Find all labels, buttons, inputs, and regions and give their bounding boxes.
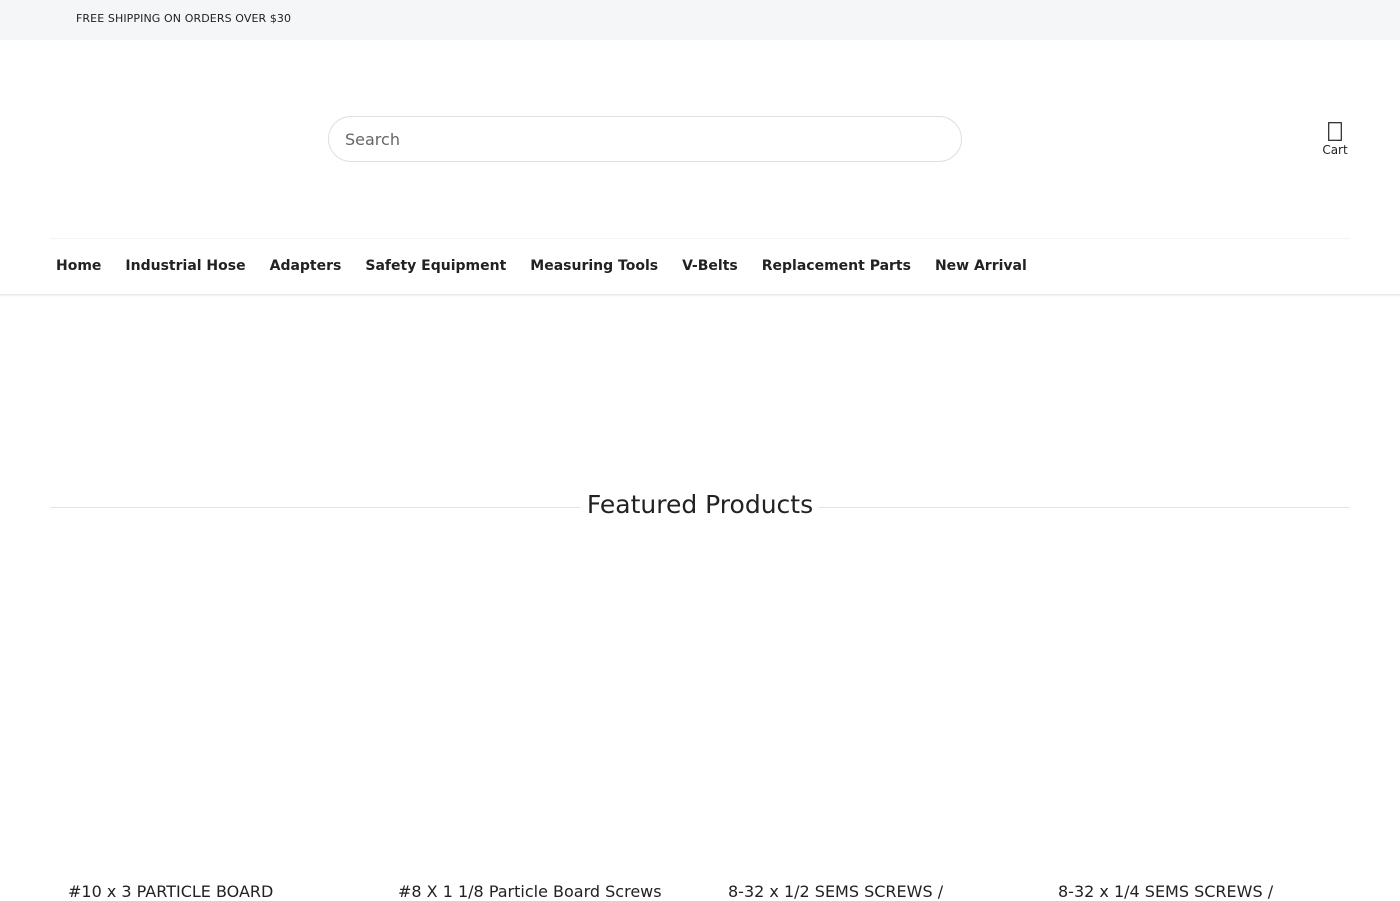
search-input[interactable] [345,117,945,161]
cart-icon [1328,122,1342,141]
featured-line-left [50,507,580,508]
nav-item-measuring-tools[interactable]: Measuring Tools [530,258,658,280]
nav-item-v-belts[interactable]: V-Belts [682,258,738,280]
product-title-3[interactable]: 8-32 x 1/2 SEMS SCREWS / [728,882,943,901]
search-box[interactable] [328,116,962,162]
announcement-bar: FREE SHIPPING ON ORDERS OVER $30 [0,0,1400,40]
nav-item-adapters[interactable]: Adapters [270,258,342,280]
featured-line-right [818,507,1350,508]
featured-title: Featured Products [586,490,814,519]
cart-label: Cart [1322,143,1348,157]
featured-heading: Featured Products [50,490,1350,526]
main-nav: Home Industrial Hose Adapters Safety Equ… [56,258,1051,280]
nav-divider [50,238,1350,239]
product-title-1[interactable]: #10 x 3 PARTICLE BOARD [68,882,273,901]
announcement-text: FREE SHIPPING ON ORDERS OVER $30 [76,12,292,25]
nav-item-new-arrival[interactable]: New Arrival [935,258,1027,280]
nav-item-industrial-hose[interactable]: Industrial Hose [125,258,245,280]
cart-button[interactable]: Cart [1310,118,1360,162]
nav-item-safety-equipment[interactable]: Safety Equipment [365,258,506,280]
nav-item-home[interactable]: Home [56,258,101,280]
product-title-4[interactable]: 8-32 x 1/4 SEMS SCREWS / [1058,882,1273,901]
nav-bottom-shadow [0,294,1400,297]
nav-item-replacement-parts[interactable]: Replacement Parts [762,258,911,280]
product-title-2[interactable]: #8 X 1 1/8 Particle Board Screws [398,882,662,901]
